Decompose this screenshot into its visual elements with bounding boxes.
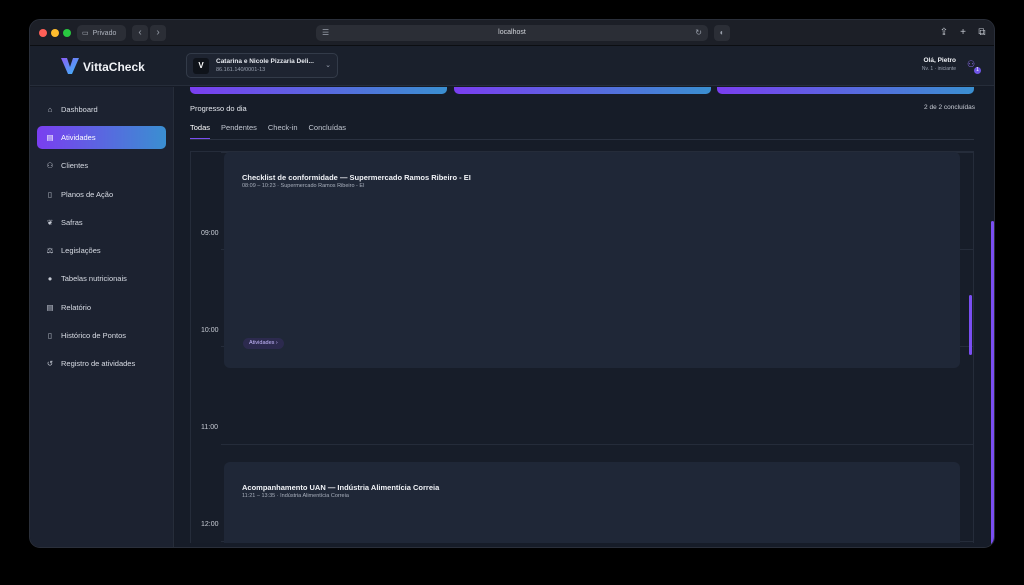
sidebar-item-tabelas-nutricionais[interactable]: ● Tabelas nutricionais: [37, 267, 166, 290]
event-time: 08:09 – 10:23 · Supermercado Ramos Ribei…: [242, 183, 365, 189]
page-settings-icon[interactable]: ☰: [322, 25, 329, 41]
sidebar-item-registro-de-atividades[interactable]: ↺ Registro de atividades: [37, 352, 166, 375]
tab-todas[interactable]: Todas: [190, 123, 211, 140]
maximize-window-button[interactable]: [63, 29, 71, 37]
progress-count: 2 de 2 concluídas: [924, 104, 975, 111]
sidebar-item-label: Tabelas nutricionais: [61, 274, 127, 283]
tabs-divider: [190, 139, 974, 140]
forward-button[interactable]: ›: [150, 25, 166, 41]
chevron-down-icon: ⌄: [325, 62, 331, 69]
scale-icon: ⚖: [46, 246, 54, 255]
sidebar-item-label: Clientes: [61, 161, 89, 170]
minimize-window-button[interactable]: [51, 29, 59, 37]
event-card[interactable]: Checklist de conformidade — Supermercado…: [224, 152, 960, 368]
apple-icon: ●: [47, 274, 53, 283]
hour-label: 10:00: [201, 327, 219, 334]
document-icon: ▯: [47, 331, 53, 340]
hour-label: 11:00: [201, 424, 218, 431]
sidebar-item-label: Histórico de Pontos: [61, 331, 127, 340]
sidebar-item-label: Relatório: [61, 303, 92, 312]
close-window-button[interactable]: [39, 29, 47, 37]
sidebar-item-clientes[interactable]: ⚇ Clientes: [37, 154, 166, 177]
reload-icon[interactable]: ↻: [695, 25, 702, 41]
share-icon[interactable]: ⇪: [937, 25, 951, 41]
page-scrollbar[interactable]: [991, 221, 994, 545]
sprout-icon: ❦: [46, 218, 54, 227]
user-greeting: Olá, Pietro: [923, 57, 956, 64]
day-timeline[interactable]: 09:00 10:00 11:00 12:00 Checklist de con…: [190, 151, 974, 543]
private-label: Privado: [92, 29, 117, 37]
sidebar-item-label: Dashboard: [61, 105, 98, 114]
sidebar-item-historico-de-pontos[interactable]: ▯ Histórico de Pontos: [37, 324, 166, 347]
tab-concluidas[interactable]: Concluídas: [308, 123, 346, 140]
sidebar-item-label: Atividades: [61, 133, 96, 142]
chevron-right-icon: ›: [275, 340, 278, 346]
tab-check-in[interactable]: Check-in: [268, 123, 298, 140]
event-tag-label: Atividades: [249, 340, 275, 346]
user-role: Nv. 1 · iniciante: [921, 66, 956, 72]
sidebar-toggle-icon: ▭: [82, 30, 89, 37]
browser-toolbar: ▭ Privado ‹ › ☰ localhost ↻ ◐ ⇪ + ⧉: [30, 20, 994, 46]
activity-tabs: Todas Pendentes Check-in Concluídas: [190, 123, 346, 140]
event-title: Acompanhamento UAN — Indústria Alimentíc…: [242, 483, 440, 492]
shield-icon[interactable]: ◐: [714, 25, 730, 41]
history-icon: ↺: [46, 359, 54, 368]
user-info[interactable]: Olá, Pietro Nv. 1 · iniciante: [922, 57, 956, 72]
chevron-right-icon: ›: [156, 27, 160, 38]
event-time: 11:21 – 13:35 · Indústria Alimentícia Co…: [242, 493, 349, 499]
sidebar-item-atividades[interactable]: ▤ Atividades: [37, 126, 166, 149]
address-bar[interactable]: ☰ localhost ↻: [316, 25, 708, 41]
sidebar-item-label: Planos de Ação: [61, 190, 114, 199]
new-tab-icon[interactable]: +: [956, 25, 970, 41]
app-name: VittaCheck: [83, 60, 145, 74]
browser-window: ▭ Privado ‹ › ☰ localhost ↻ ◐ ⇪ + ⧉ Vitt…: [29, 19, 995, 548]
file-icon: ▯: [47, 190, 53, 199]
app-header: VittaCheck V Catarina e Nicole Pizzaria …: [30, 46, 994, 86]
summary-card-1: [190, 87, 447, 94]
sidebar-item-relatorio[interactable]: ▤ Relatório: [37, 296, 166, 319]
users-icon: ⚇: [46, 161, 54, 170]
clipboard-icon: ▤: [46, 133, 54, 142]
private-tab-button[interactable]: ▭ Privado: [77, 25, 126, 41]
sidebar-item-legislacoes[interactable]: ⚖ Legislações: [37, 239, 166, 262]
hour-label: 12:00: [201, 521, 219, 528]
event-category-tag[interactable]: Atividades ›: [243, 338, 284, 349]
company-cnpj: 86.161.140/0001-13: [216, 67, 266, 73]
company-logo-icon: V: [193, 58, 209, 74]
chevron-left-icon: ‹: [138, 27, 142, 38]
sidebar-item-dashboard[interactable]: ⌂ Dashboard: [37, 98, 166, 121]
tab-overview-icon[interactable]: ⧉: [975, 25, 989, 41]
progress-title: Progresso do dia: [190, 104, 247, 113]
main-content: Progresso do dia 2 de 2 concluídas Todas…: [175, 87, 994, 547]
home-icon: ⌂: [47, 105, 53, 114]
sidebar-item-label: Registro de atividades: [61, 359, 136, 368]
report-icon: ▤: [46, 303, 54, 312]
summary-card-2: [454, 87, 711, 94]
notification-badge: 1: [974, 67, 981, 74]
hour-line: [221, 444, 973, 445]
timeline-scrollbar[interactable]: [969, 295, 972, 355]
sidebar: ⌂ Dashboard ▤ Atividades ⚇ Clientes ▯ Pl…: [30, 87, 174, 547]
back-button[interactable]: ‹: [132, 25, 148, 41]
event-title: Checklist de conformidade — Supermercado…: [242, 173, 471, 182]
sidebar-item-safras[interactable]: ❦ Safras: [37, 211, 166, 234]
url-text: localhost: [498, 29, 526, 36]
summary-card-3: [717, 87, 974, 94]
hour-label: 09:00: [201, 230, 219, 237]
sidebar-item-label: Safras: [61, 218, 83, 227]
company-name: Catarina e Nicole Pizzaria Deli...: [216, 58, 314, 65]
sidebar-item-label: Legislações: [61, 246, 101, 255]
event-card[interactable]: Acompanhamento UAN — Indústria Alimentíc…: [224, 462, 960, 543]
vittacheck-logo-icon: [61, 58, 79, 74]
sidebar-item-planos-de-acao[interactable]: ▯ Planos de Ação: [37, 183, 166, 206]
tab-pendentes[interactable]: Pendentes: [221, 123, 257, 140]
company-selector[interactable]: V Catarina e Nicole Pizzaria Deli... 86.…: [186, 53, 338, 78]
